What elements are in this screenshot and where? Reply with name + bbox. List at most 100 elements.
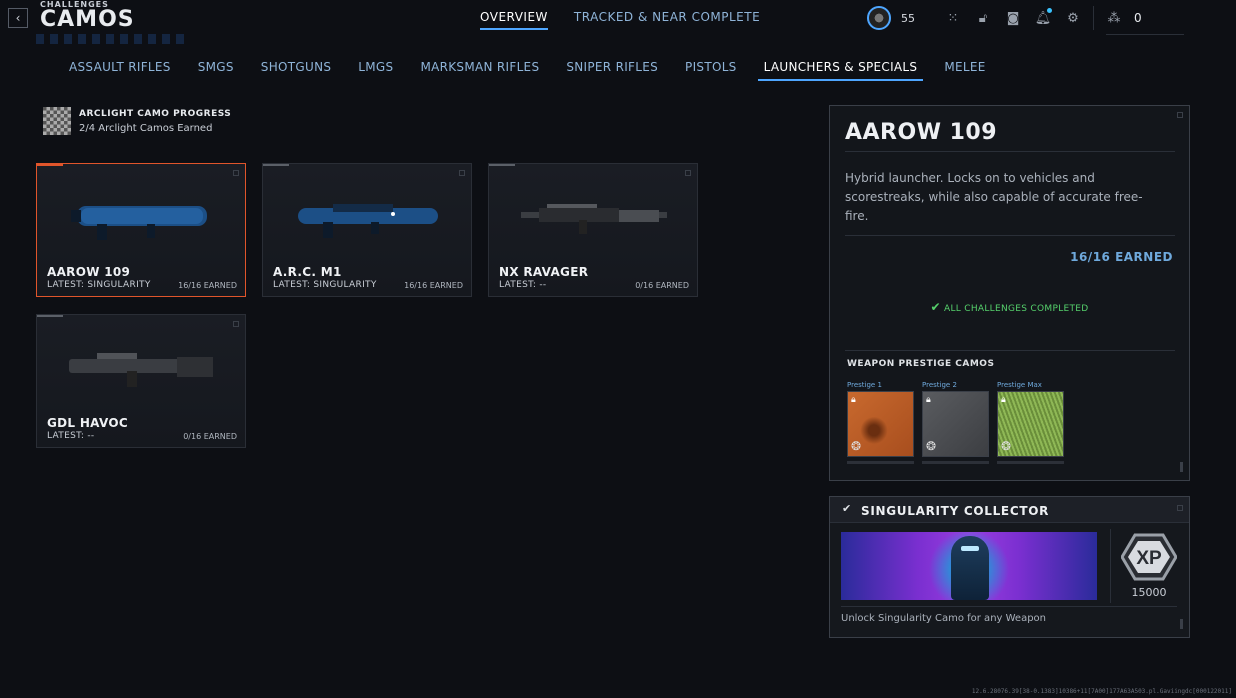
tab-shotguns[interactable]: SHOTGUNS [261, 60, 332, 81]
weapon-latest: LATEST: -- [47, 431, 95, 441]
weapon-name: NX RAVAGER [499, 265, 589, 279]
prestige-progress-bar [997, 461, 1064, 464]
arclight-camo-icon [43, 107, 71, 135]
currency-amount: 0 [1134, 11, 1142, 25]
tab-marksman-rifles[interactable]: MARKSMAN RIFLES [420, 60, 539, 81]
prestige-swatch: 🔒︎ ❂ [997, 391, 1064, 457]
divider [1106, 34, 1184, 35]
avatar[interactable] [867, 6, 891, 30]
check-icon: ✔ [842, 502, 852, 515]
prestige-swatch: 🔒︎ ❂ [922, 391, 989, 457]
card-corner [685, 170, 691, 176]
top-right-controls: 55 ⁙ 🔓︎ ◙ 🔔︎ ⚙ ⁂ 0 [867, 6, 1184, 30]
divider [845, 151, 1175, 152]
weapon-card-nx-ravager[interactable]: NX RAVAGER LATEST: -- 0/16 EARNED [488, 163, 698, 297]
tab-launchers-specials[interactable]: LAUNCHERS & SPECIALS [757, 60, 924, 81]
lock-icon: 🔒︎ [1001, 395, 1006, 405]
challenge-description: Unlock Singularity Camo for any Weapon [841, 613, 1047, 624]
tab-sniper-rifles[interactable]: SNIPER RIFLES [566, 60, 658, 81]
card-corner [459, 170, 465, 176]
tab-melee[interactable]: MELEE [944, 60, 985, 81]
prestige-progress-bar [847, 461, 914, 464]
divider [841, 606, 1177, 607]
arclight-progress: ARCLIGHT CAMO PROGRESS 2/4 Arclight Camo… [43, 107, 231, 135]
prestige-label: Prestige Max [997, 381, 1042, 389]
weapon-earned: 0/16 EARNED [635, 281, 689, 290]
weapon-name: GDL HAVOC [47, 416, 128, 430]
all-complete-label: ALL CHALLENGES COMPLETED [944, 304, 1089, 314]
challenge-image [841, 532, 1097, 600]
xp-badge-icon: XP [1121, 533, 1177, 581]
arclight-title: ARCLIGHT CAMO PROGRESS [79, 108, 232, 119]
main-tabs: OVERVIEW TRACKED & NEAR COMPLETE [480, 10, 760, 30]
divider [1110, 529, 1111, 603]
weapon-earned: 0/16 EARNED [183, 432, 237, 441]
weapon-card-gdl-havoc[interactable]: GDL HAVOC LATEST: -- 0/16 EARNED [36, 314, 246, 448]
weapon-card-arc-m1[interactable]: A.R.C. M1 LATEST: SINGULARITY 16/16 EARN… [262, 163, 472, 297]
detail-title: AAROW 109 [845, 120, 998, 145]
prestige-progress-bar [922, 461, 989, 464]
tab-lmgs[interactable]: LMGS [358, 60, 393, 81]
notification-dot [1047, 8, 1052, 13]
prestige-label: Prestige 2 [922, 381, 957, 389]
launcher-icon [69, 353, 213, 387]
lock-icon: 🔒︎ [851, 395, 856, 405]
card-accent [37, 315, 63, 317]
all-complete-status: ✔ ALL CHALLENGES COMPLETED [830, 300, 1189, 314]
scroll-handle[interactable] [1180, 462, 1183, 472]
tab-smgs[interactable]: SMGS [198, 60, 234, 81]
tab-tracked[interactable]: TRACKED & NEAR COMPLETE [574, 10, 760, 30]
card-accent [37, 164, 63, 166]
panel-corner [1177, 505, 1183, 511]
prestige-badge-icon: ❂ [851, 439, 862, 453]
prestige-badge-icon: ❂ [1001, 439, 1012, 453]
tab-overview[interactable]: OVERVIEW [480, 10, 548, 30]
tab-pistols[interactable]: PISTOLS [685, 60, 737, 81]
check-icon: ✔ [930, 300, 941, 314]
weapon-latest: LATEST: SINGULARITY [273, 280, 377, 290]
bell-icon[interactable]: 🔔︎ [1033, 8, 1053, 28]
xp-hexagon-icon: XP [1121, 533, 1177, 581]
lock-icon: 🔒︎ [926, 395, 931, 405]
weapon-latest: LATEST: SINGULARITY [47, 280, 151, 290]
build-info: 12.6.28076.39[38-0.1383]10386+11[7A00]17… [971, 688, 1232, 695]
detail-earned: 16/16 EARNED [1070, 250, 1173, 264]
weapon-detail-panel: AAROW 109 Hybrid launcher. Locks on to v… [829, 105, 1190, 481]
card-corner [233, 321, 239, 327]
challenge-panel: ✔ SINGULARITY COLLECTOR XP 15000 Unlock … [829, 496, 1190, 638]
weapon-name: AAROW 109 [47, 265, 131, 279]
gear-icon[interactable]: ⚙ [1063, 8, 1083, 28]
cod-points-icon: ⁂ [1107, 10, 1121, 26]
svg-text:XP: XP [1136, 548, 1162, 569]
top-bar: ‹ CHALLENGES CAMOS OVERVIEW TRACKED & NE… [0, 0, 1236, 44]
challenge-title: SINGULARITY COLLECTOR [861, 504, 1050, 518]
player-level: 55 [901, 11, 915, 25]
prestige-title: WEAPON PRESTIGE CAMOS [847, 359, 995, 369]
page-title: CAMOS [40, 7, 135, 32]
grid-icon[interactable]: ⁙ [943, 8, 963, 28]
divider [845, 235, 1175, 236]
category-tabs: ASSAULT RIFLES SMGS SHOTGUNS LMGS MARKSM… [69, 60, 1013, 81]
back-button[interactable]: ‹ [8, 8, 28, 28]
prestige-camo-2[interactable]: Prestige 2 🔒︎ ❂ [922, 381, 990, 464]
panel-corner [1177, 112, 1183, 118]
prestige-camo-1[interactable]: Prestige 1 🔒︎ ❂ [847, 381, 915, 464]
launcher-icon [298, 204, 438, 238]
divider [1093, 6, 1094, 30]
lock-icon[interactable]: 🔓︎ [973, 8, 993, 28]
prestige-label: Prestige 1 [847, 381, 882, 389]
prestige-swatch: 🔒︎ ❂ [847, 391, 914, 457]
weapon-card-aarow-109[interactable]: AAROW 109 LATEST: SINGULARITY 16/16 EARN… [36, 163, 246, 297]
camera-icon[interactable]: ◙ [1003, 8, 1023, 28]
operator-visor [961, 546, 979, 551]
tab-assault-rifles[interactable]: ASSAULT RIFLES [69, 60, 171, 81]
scroll-handle[interactable] [1180, 619, 1183, 629]
prestige-badge-icon: ❂ [926, 439, 937, 453]
card-accent [489, 164, 515, 166]
weapon-earned: 16/16 EARNED [404, 281, 463, 290]
prestige-camo-max[interactable]: Prestige Max 🔒︎ ❂ [997, 381, 1065, 464]
arclight-subtitle: 2/4 Arclight Camos Earned [79, 122, 213, 134]
title-decoration [36, 34, 186, 44]
weapon-name: A.R.C. M1 [273, 265, 342, 279]
launcher-icon [71, 206, 207, 240]
